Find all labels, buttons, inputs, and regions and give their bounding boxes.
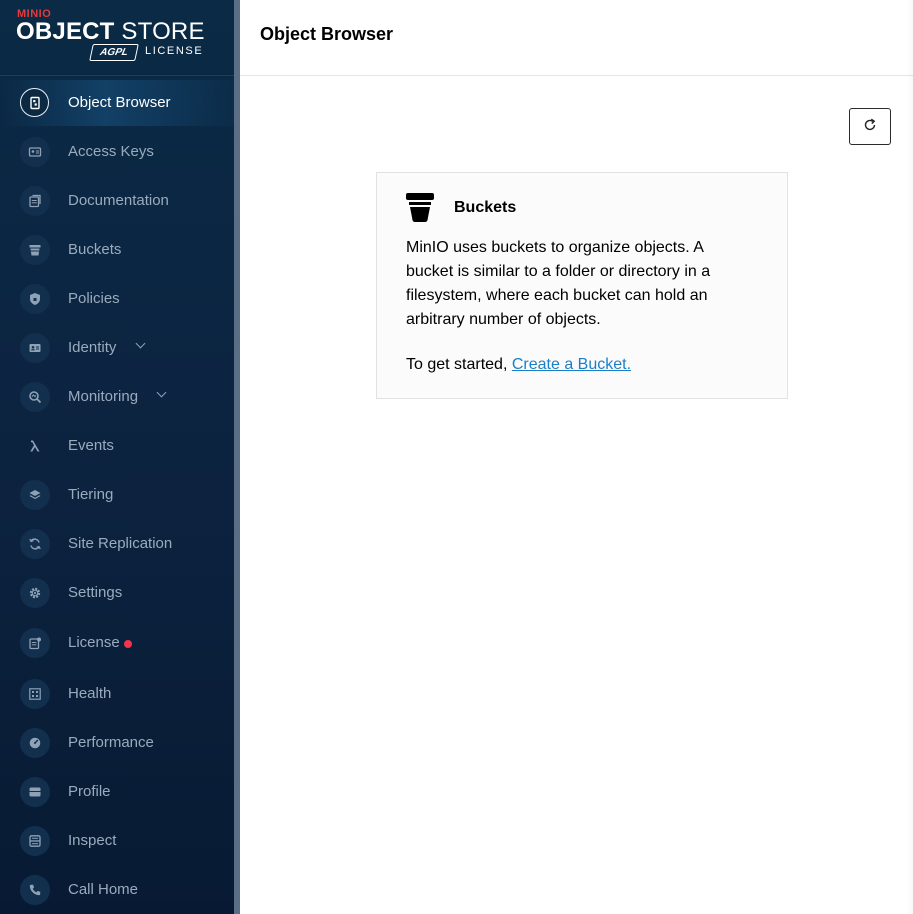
page-header: Object Browser — [240, 0, 913, 76]
sidebar-item-label: Inspect — [68, 832, 117, 849]
license-alert-dot — [124, 640, 132, 648]
sidebar-item-label: Events — [68, 437, 114, 454]
minio-logo[interactable]: MINIO OBJECT STORE AGPL LICENSE — [16, 8, 216, 68]
sidebar-item-label: Documentation — [68, 192, 169, 209]
lambda-icon — [20, 431, 50, 461]
performance-icon — [20, 728, 50, 758]
profile-icon — [20, 777, 50, 807]
refresh-button[interactable] — [849, 108, 891, 145]
get-started-text: To get started, Create a Bucket. — [406, 356, 632, 373]
policy-shield-icon — [20, 284, 50, 314]
object-store-title: OBJECT STORE — [16, 18, 205, 45]
access-keys-icon — [20, 137, 50, 167]
sidebar-item-tiering[interactable]: Tiering — [0, 472, 234, 518]
card-title: Buckets — [454, 199, 517, 216]
sidebar-item-buckets[interactable]: Buckets — [0, 227, 234, 273]
sidebar-item-site-replication[interactable]: Site Replication — [0, 521, 234, 567]
sidebar-item-profile[interactable]: Profile — [0, 769, 234, 815]
sidebar-item-health[interactable]: Health — [0, 671, 234, 717]
sidebar: MINIO OBJECT STORE AGPL LICENSE Object B… — [0, 0, 234, 914]
monitoring-icon — [20, 382, 50, 412]
sidebar-item-label: License — [68, 634, 120, 651]
sidebar-item-documentation[interactable]: Documentation — [0, 178, 234, 224]
sidebar-item-access-keys[interactable]: Access Keys — [0, 129, 234, 175]
sidebar-item-label: Buckets — [68, 241, 122, 258]
buckets-empty-state-card: Buckets MinIO uses buckets to organize o… — [376, 172, 788, 399]
sidebar-item-performance[interactable]: Performance — [0, 720, 234, 766]
license-text: LICENSE — [145, 45, 204, 57]
logo-divider — [0, 75, 234, 76]
sidebar-item-label: Policies — [68, 290, 120, 307]
sidebar-item-label: Settings — [68, 584, 123, 601]
sidebar-item-label: Call Home — [68, 881, 139, 898]
sidebar-resize-handle[interactable] — [234, 0, 240, 914]
identity-icon — [20, 333, 50, 363]
sidebar-item-label: Health — [68, 685, 112, 702]
sidebar-item-events[interactable]: Events — [0, 423, 234, 469]
card-description: MinIO uses buckets to organize objects. … — [406, 239, 711, 328]
sidebar-item-inspect[interactable]: Inspect — [0, 818, 234, 864]
refresh-icon — [863, 118, 877, 135]
sidebar-item-policies[interactable]: Policies — [0, 276, 234, 322]
phone-icon — [20, 875, 50, 905]
sidebar-item-label: Performance — [68, 734, 154, 751]
page-title: Object Browser — [260, 24, 394, 44]
sidebar-item-label: Profile — [68, 783, 111, 800]
documentation-icon — [20, 186, 50, 216]
bucket-icon — [406, 193, 434, 223]
bucket-icon — [20, 235, 50, 265]
sidebar-item-label: Identity — [68, 339, 117, 356]
health-icon — [20, 679, 50, 709]
sidebar-item-label: Tiering — [68, 486, 114, 503]
gear-icon — [20, 578, 50, 608]
scroll-edge — [907, 0, 913, 914]
inspect-icon — [20, 826, 50, 856]
sidebar-item-label: Access Keys — [68, 143, 154, 160]
tiering-layers-icon — [20, 480, 50, 510]
sidebar-item-monitoring[interactable]: Monitoring — [0, 374, 234, 420]
sidebar-item-label: Site Replication — [68, 535, 173, 552]
sidebar-item-license[interactable]: License — [0, 620, 234, 666]
sidebar-item-identity[interactable]: Identity — [0, 325, 234, 371]
sidebar-item-label: Monitoring — [68, 388, 139, 405]
sidebar-item-settings[interactable]: Settings — [0, 570, 234, 616]
chevron-down-icon — [156, 387, 167, 398]
object-browser-icon — [20, 88, 49, 117]
agpl-badge: AGPL — [89, 44, 139, 61]
chevron-down-icon — [135, 338, 146, 349]
site-replication-icon — [20, 529, 50, 559]
sidebar-item-label: Object Browser — [68, 94, 171, 111]
sidebar-item-object-browser[interactable]: Object Browser — [0, 80, 234, 126]
sidebar-item-call-home[interactable]: Call Home — [0, 867, 234, 913]
create-bucket-link[interactable]: Create a Bucket. — [512, 356, 631, 373]
license-icon — [20, 628, 50, 658]
